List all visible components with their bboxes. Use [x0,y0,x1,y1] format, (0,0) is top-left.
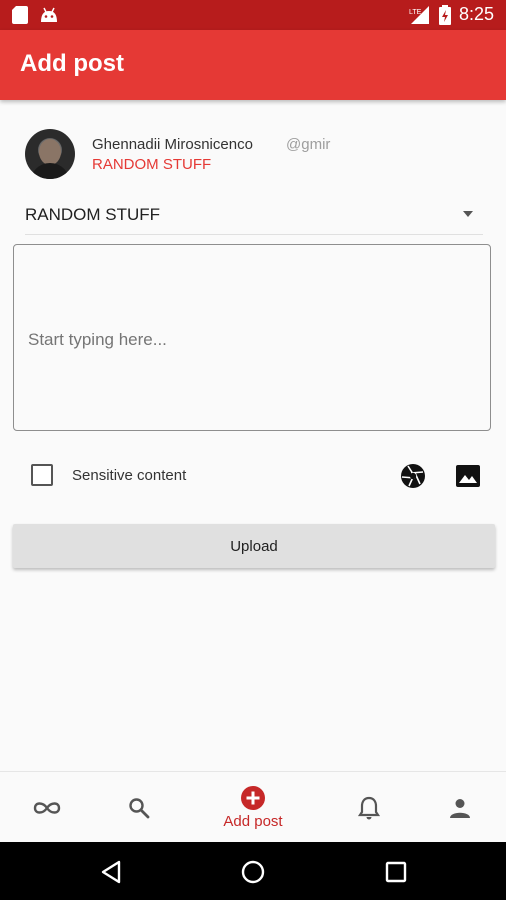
battery-icon [438,4,451,25]
post-input-placeholder: Start typing here... [28,330,167,349]
signal-lte-icon: LTE [409,5,429,24]
person-icon [450,798,470,818]
bottom-nav: Add post [0,771,506,843]
sd-card-icon [12,6,28,24]
system-nav-bar [0,842,506,900]
upload-button[interactable]: Upload [13,524,495,568]
search-icon [129,797,150,818]
add-circle-icon [241,786,265,810]
dropdown-arrow-icon [463,211,473,217]
nav-item-add-post-label: Add post [223,813,283,830]
camera-icon[interactable] [399,462,427,490]
avatar [25,129,75,179]
nav-item-notifications[interactable] [348,772,390,843]
infinity-icon [33,801,61,814]
nav-item-profile[interactable] [439,772,481,843]
bell-icon [357,796,381,819]
sensitive-content-label: Sensitive content [72,467,187,484]
category-select[interactable]: RANDOM STUFF [25,200,483,235]
sensitive-content-checkbox[interactable] [31,464,53,486]
nav-item-search[interactable] [118,772,160,843]
status-bar: LTE 8:25 [0,0,506,30]
author-handle: @gmir [286,136,331,153]
back-icon[interactable] [100,860,122,884]
author-name: Ghennadii Mirosnicenco [92,136,253,153]
page-title: Add post [20,50,124,77]
image-icon[interactable] [454,462,482,490]
nav-item-add-post[interactable]: Add post [203,772,303,843]
avatar-face [39,139,61,165]
svg-text:LTE: LTE [409,9,422,16]
avatar-shirt [30,163,70,179]
author-category: RANDOM STUFF [92,156,212,173]
home-icon[interactable] [241,860,265,884]
upload-button-label: Upload [230,537,278,555]
status-time: 8:25 [458,4,494,24]
android-icon [41,7,57,22]
app-bar: Add post [0,30,506,100]
category-select-value: RANDOM STUFF [25,205,161,224]
post-text-input[interactable]: Start typing here... [13,244,491,431]
recents-icon[interactable] [385,861,407,883]
nav-item-feed[interactable] [26,772,68,843]
